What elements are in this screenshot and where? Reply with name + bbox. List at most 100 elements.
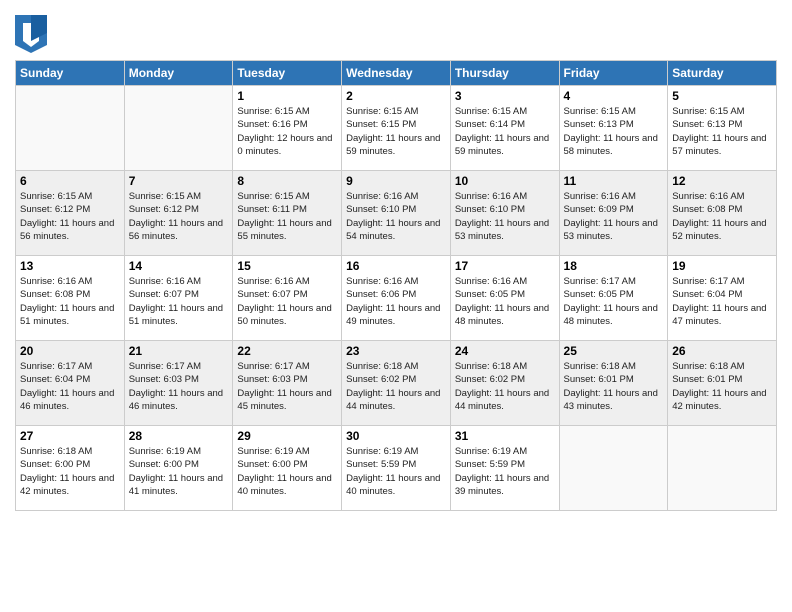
day-number: 27 [20,429,120,443]
weekday-wednesday: Wednesday [342,61,451,86]
day-info: Sunrise: 6:16 AMSunset: 6:09 PMDaylight:… [564,190,664,243]
day-number: 14 [129,259,229,273]
page: SundayMondayTuesdayWednesdayThursdayFrid… [0,0,792,612]
calendar-cell [124,86,233,171]
weekday-header-row: SundayMondayTuesdayWednesdayThursdayFrid… [16,61,777,86]
day-number: 1 [237,89,337,103]
day-info: Sunrise: 6:15 AMSunset: 6:11 PMDaylight:… [237,190,337,243]
calendar-cell: 8 Sunrise: 6:15 AMSunset: 6:11 PMDaylight… [233,171,342,256]
day-info: Sunrise: 6:18 AMSunset: 6:01 PMDaylight:… [564,360,664,413]
calendar-cell [559,426,668,511]
day-number: 7 [129,174,229,188]
calendar-cell: 11 Sunrise: 6:16 AMSunset: 6:09 PMDayligh… [559,171,668,256]
day-number: 10 [455,174,555,188]
calendar-cell: 7 Sunrise: 6:15 AMSunset: 6:12 PMDaylight… [124,171,233,256]
calendar-cell: 24 Sunrise: 6:18 AMSunset: 6:02 PMDayligh… [450,341,559,426]
day-number: 8 [237,174,337,188]
calendar-cell: 15Sunrise: 6:16 AMSunset: 6:07 PMDayligh… [233,256,342,341]
day-number: 12 [672,174,772,188]
calendar-cell: 16 Sunrise: 6:16 AMSunset: 6:06 PMDayligh… [342,256,451,341]
calendar-cell: 20Sunrise: 6:17 AMSunset: 6:04 PMDayligh… [16,341,125,426]
day-info: Sunrise: 6:17 AMSunset: 6:03 PMDaylight:… [129,360,229,413]
calendar-cell: 23 Sunrise: 6:18 AMSunset: 6:02 PMDayligh… [342,341,451,426]
day-info: Sunrise: 6:16 AMSunset: 6:07 PMDaylight:… [129,275,229,328]
day-info: Sunrise: 6:18 AMSunset: 6:00 PMDaylight:… [20,445,120,498]
day-number: 24 [455,344,555,358]
day-info: Sunrise: 6:19 AMSunset: 6:00 PMDaylight:… [237,445,337,498]
day-number: 30 [346,429,446,443]
day-number: 25 [564,344,664,358]
calendar-cell: 31 Sunrise: 6:19 AMSunset: 5:59 PMDayligh… [450,426,559,511]
day-number: 23 [346,344,446,358]
calendar-cell: 29 Sunrise: 6:19 AMSunset: 6:00 PMDayligh… [233,426,342,511]
calendar-week-row: 6 Sunrise: 6:15 AMSunset: 6:12 PMDaylight… [16,171,777,256]
calendar-cell [16,86,125,171]
day-number: 9 [346,174,446,188]
day-number: 26 [672,344,772,358]
day-number: 18 [564,259,664,273]
calendar-table: SundayMondayTuesdayWednesdayThursdayFrid… [15,60,777,511]
calendar-cell: 1 Sunrise: 6:15 AMSunset: 6:16 PMDaylight… [233,86,342,171]
calendar-cell: 4Sunrise: 6:15 AMSunset: 6:13 PMDaylight… [559,86,668,171]
day-info: Sunrise: 6:17 AMSunset: 6:03 PMDaylight:… [237,360,337,413]
day-info: Sunrise: 6:16 AMSunset: 6:05 PMDaylight:… [455,275,555,328]
weekday-monday: Monday [124,61,233,86]
day-info: Sunrise: 6:15 AMSunset: 6:12 PMDaylight:… [20,190,120,243]
calendar-cell: 27 Sunrise: 6:18 AMSunset: 6:00 PMDayligh… [16,426,125,511]
logo [15,15,49,50]
calendar-cell [668,426,777,511]
calendar-cell: 21Sunrise: 6:17 AMSunset: 6:03 PMDayligh… [124,341,233,426]
calendar-cell: 14 Sunrise: 6:16 AMSunset: 6:07 PMDayligh… [124,256,233,341]
day-number: 16 [346,259,446,273]
day-info: Sunrise: 6:16 AMSunset: 6:10 PMDaylight:… [455,190,555,243]
calendar-cell: 12 Sunrise: 6:16 AMSunset: 6:08 PMDayligh… [668,171,777,256]
day-info: Sunrise: 6:18 AMSunset: 6:02 PMDaylight:… [346,360,446,413]
day-info: Sunrise: 6:15 AMSunset: 6:16 PMDaylight:… [237,105,337,158]
weekday-sunday: Sunday [16,61,125,86]
calendar-cell: 26 Sunrise: 6:18 AMSunset: 6:01 PMDayligh… [668,341,777,426]
day-number: 28 [129,429,229,443]
day-info: Sunrise: 6:16 AMSunset: 6:06 PMDaylight:… [346,275,446,328]
header [15,10,777,50]
day-info: Sunrise: 6:18 AMSunset: 6:02 PMDaylight:… [455,360,555,413]
day-info: Sunrise: 6:19 AMSunset: 5:59 PMDaylight:… [346,445,446,498]
calendar-cell: 3Sunrise: 6:15 AMSunset: 6:14 PMDaylight… [450,86,559,171]
day-number: 6 [20,174,120,188]
day-number: 13 [20,259,120,273]
day-info: Sunrise: 6:17 AMSunset: 6:04 PMDaylight:… [672,275,772,328]
day-number: 3 [455,89,555,103]
weekday-friday: Friday [559,61,668,86]
day-number: 11 [564,174,664,188]
calendar-cell: 2 Sunrise: 6:15 AMSunset: 6:15 PMDaylight… [342,86,451,171]
day-info: Sunrise: 6:16 AMSunset: 6:07 PMDaylight:… [237,275,337,328]
day-info: Sunrise: 6:15 AMSunset: 6:15 PMDaylight:… [346,105,446,158]
day-number: 2 [346,89,446,103]
calendar-cell: 6 Sunrise: 6:15 AMSunset: 6:12 PMDaylight… [16,171,125,256]
calendar-week-row: 27 Sunrise: 6:18 AMSunset: 6:00 PMDayligh… [16,426,777,511]
calendar-cell: 25 Sunrise: 6:18 AMSunset: 6:01 PMDayligh… [559,341,668,426]
day-number: 22 [237,344,337,358]
day-info: Sunrise: 6:16 AMSunset: 6:10 PMDaylight:… [346,190,446,243]
weekday-saturday: Saturday [668,61,777,86]
day-number: 19 [672,259,772,273]
calendar-week-row: 13 Sunrise: 6:16 AMSunset: 6:08 PMDayligh… [16,256,777,341]
calendar-cell: 18 Sunrise: 6:17 AMSunset: 6:05 PMDayligh… [559,256,668,341]
day-info: Sunrise: 6:18 AMSunset: 6:01 PMDaylight:… [672,360,772,413]
day-info: Sunrise: 6:15 AMSunset: 6:13 PMDaylight:… [672,105,772,158]
day-number: 31 [455,429,555,443]
logo-icon [15,15,45,50]
day-number: 29 [237,429,337,443]
day-number: 20 [20,344,120,358]
day-number: 17 [455,259,555,273]
day-info: Sunrise: 6:19 AMSunset: 5:59 PMDaylight:… [455,445,555,498]
day-info: Sunrise: 6:17 AMSunset: 6:05 PMDaylight:… [564,275,664,328]
day-info: Sunrise: 6:16 AMSunset: 6:08 PMDaylight:… [20,275,120,328]
calendar-cell: 22 Sunrise: 6:17 AMSunset: 6:03 PMDayligh… [233,341,342,426]
day-info: Sunrise: 6:15 AMSunset: 6:12 PMDaylight:… [129,190,229,243]
day-info: Sunrise: 6:15 AMSunset: 6:13 PMDaylight:… [564,105,664,158]
calendar-cell: 28Sunrise: 6:19 AMSunset: 6:00 PMDayligh… [124,426,233,511]
day-info: Sunrise: 6:16 AMSunset: 6:08 PMDaylight:… [672,190,772,243]
calendar-cell: 9 Sunrise: 6:16 AMSunset: 6:10 PMDaylight… [342,171,451,256]
calendar-week-row: 20Sunrise: 6:17 AMSunset: 6:04 PMDayligh… [16,341,777,426]
day-number: 5 [672,89,772,103]
